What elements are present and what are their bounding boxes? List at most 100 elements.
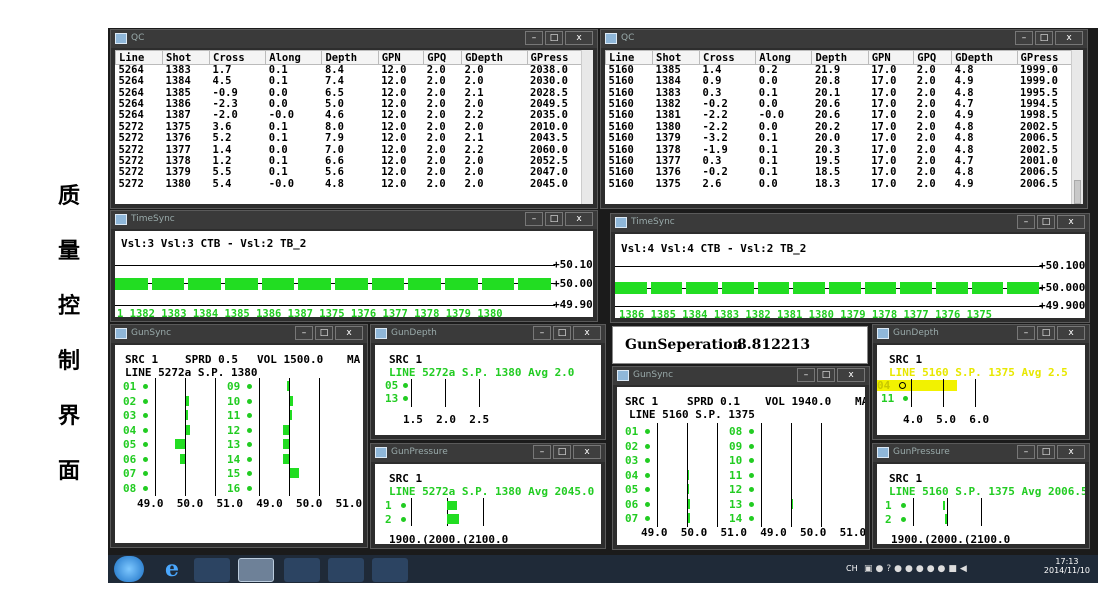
gun-label: 06 [123, 452, 137, 466]
disc-app-icon[interactable] [284, 558, 320, 582]
tray-icons[interactable]: ▣●?●●●●●■◀ [864, 564, 970, 574]
table-row[interactable]: 5272 1380 5.4 -0.0 4.8 12.0 2.0 2.0 2045.0 [116, 178, 593, 190]
minimize-button[interactable]: – [1017, 445, 1035, 459]
table-row[interactable]: 5160 1375 2.6 0.0 18.3 17.0 2.0 4.9 2006.5 [606, 178, 1083, 190]
title-bar[interactable]: TimeSync – □ x [111, 211, 597, 229]
column-header[interactable]: Line [605, 50, 654, 65]
maximize-button[interactable]: □ [545, 31, 563, 45]
column-header[interactable]: GDepth [951, 50, 1018, 65]
maximize-button[interactable]: □ [1035, 31, 1053, 45]
close-button[interactable]: x [573, 445, 601, 459]
shot-labels: 1 1382 1383 1384 1385 1386 1387 1375 137… [117, 308, 503, 317]
column-header[interactable]: Cross [209, 50, 267, 65]
table-cell: 4.9 [954, 109, 974, 122]
close-button[interactable]: x [1057, 215, 1085, 229]
maximize-button[interactable]: □ [553, 445, 571, 459]
vertical-scrollbar[interactable] [1071, 50, 1083, 204]
timesync-window-right[interactable]: TimeSync – □ x Vsl:4 Vsl:4 CTB - Vsl:2 TB_… [610, 213, 1090, 323]
language-indicator[interactable]: CH [846, 564, 858, 573]
column-header[interactable]: GPQ [913, 50, 953, 65]
clock-time: 17:13 [1055, 557, 1079, 566]
title-bar[interactable]: GunPressure – □ x [873, 444, 1089, 462]
close-button[interactable]: x [573, 326, 601, 340]
column-header[interactable]: GPN [377, 50, 425, 65]
table-cell: 5160 [608, 75, 634, 88]
table-row[interactable]: 5160 1376 -0.2 0.1 18.5 17.0 2.0 4.8 2006.5 [606, 167, 1083, 178]
close-button[interactable]: x [335, 326, 363, 340]
gunsync-window-right[interactable]: GunSync – □ x SRC 1 SPRD 0.1 VOL 1940.0 MA… [612, 366, 870, 550]
gunpressure-window-left[interactable]: GunPressure – □ x SRC 1 LINE 5272a S.P. 13… [370, 443, 606, 549]
table-row[interactable]: 5264 1387 -2.0 -0.0 4.6 12.0 2.0 2.2 2035.0 [116, 110, 593, 121]
clock[interactable]: 17:13 2014/11/10 [1044, 557, 1090, 575]
title-bar[interactable]: GunDepth – □ x [371, 325, 605, 343]
maximize-button[interactable]: □ [315, 326, 333, 340]
maximize-button[interactable]: □ [1037, 445, 1055, 459]
tool-app-icon[interactable] [372, 558, 408, 582]
minimize-button[interactable]: – [295, 326, 313, 340]
gunpressure-window-right[interactable]: GunPressure – □ x SRC 1 LINE 5160 S.P. 137… [872, 443, 1090, 549]
column-header[interactable]: Line [115, 50, 164, 65]
maximize-button[interactable]: □ [1037, 215, 1055, 229]
table-cell: 7.9 [324, 132, 344, 145]
maximize-button[interactable]: □ [817, 368, 835, 382]
title-bar[interactable]: GunSync – □ x [111, 325, 367, 343]
qc-window-left[interactable]: QC – □ x Line Shot Cross Along Depth GPN GPQ GDep… [110, 29, 598, 209]
title-bar[interactable]: TimeSync – □ x [611, 214, 1089, 232]
column-header[interactable]: Cross [699, 50, 757, 65]
display-app-icon[interactable] [328, 558, 364, 582]
table-row[interactable]: 5264 1384 4.5 0.1 7.4 12.0 2.0 2.0 2030.0 [116, 75, 593, 87]
minimize-button[interactable]: – [1017, 215, 1035, 229]
maximize-button[interactable]: □ [553, 326, 571, 340]
network-app-icon[interactable] [194, 558, 230, 582]
minimize-button[interactable]: – [1017, 326, 1035, 340]
qc-window-right[interactable]: QC – □ x Line Shot Cross Along Depth GPN GPQ GDep… [600, 29, 1088, 209]
table-row[interactable]: 5160 1379 -3.2 0.1 20.0 17.0 2.0 4.8 2006.5 [606, 132, 1083, 144]
close-button[interactable]: x [565, 212, 593, 226]
gun-label: 14 [227, 452, 241, 466]
timesync-window-left[interactable]: TimeSync – □ x Vsl:3 Vsl:3 CTB - Vsl:2 TB_… [110, 210, 598, 322]
ie-icon[interactable]: e [154, 558, 190, 582]
gundepth-window-right[interactable]: GunDepth – □ x SRC 1 LINE 5160 S.P. 1375 A… [872, 324, 1090, 440]
maximize-button[interactable]: □ [545, 212, 563, 226]
title-bar[interactable]: GunSync – □ x [613, 367, 869, 385]
title-bar[interactable]: QC – □ x [111, 30, 597, 48]
table-row[interactable]: 5160 1384 0.9 0.0 20.8 17.0 2.0 4.9 1999.0 [606, 75, 1083, 88]
start-orb-icon[interactable] [114, 556, 144, 582]
column-header[interactable]: Depth [321, 50, 379, 65]
column-header[interactable]: GPN [867, 50, 915, 65]
scrollbar-thumb[interactable] [1074, 180, 1081, 204]
minimize-button[interactable]: – [1015, 31, 1033, 45]
close-button[interactable]: x [1055, 31, 1083, 45]
table-row[interactable]: 5272 1376 5.2 0.1 7.9 12.0 2.0 2.1 2043.5 [116, 132, 593, 145]
column-header[interactable]: GDepth [461, 50, 528, 65]
close-button[interactable]: x [1057, 326, 1085, 340]
line-avg-label: LINE 5160 S.P. 1375 Avg 2.5 [889, 366, 1068, 379]
close-button[interactable]: x [1057, 445, 1085, 459]
gun-label: 2 [885, 513, 892, 526]
column-header[interactable]: Depth [811, 50, 869, 65]
table-row[interactable]: 5160 1381 -2.2 -0.0 20.6 17.0 2.0 4.9 1998.5 [606, 110, 1083, 121]
minimize-button[interactable]: – [525, 31, 543, 45]
column-header[interactable]: GPQ [423, 50, 463, 65]
console-app-icon[interactable] [238, 558, 274, 582]
table-cell: 4.9 [954, 75, 974, 88]
minimize-button[interactable]: – [533, 445, 551, 459]
maximize-button[interactable]: □ [1037, 326, 1055, 340]
close-button[interactable]: x [565, 31, 593, 45]
minimize-button[interactable]: – [533, 326, 551, 340]
gundepth-window-left[interactable]: GunDepth – □ x SRC 1 LINE 5272a S.P. 1380 … [370, 324, 606, 440]
column-header[interactable]: Along [755, 50, 813, 65]
column-header[interactable]: Shot [652, 50, 701, 65]
vertical-scrollbar[interactable] [581, 50, 593, 204]
title-bar[interactable]: QC – □ x [601, 30, 1087, 48]
title-bar[interactable]: GunPressure – □ x [371, 444, 605, 462]
column-header[interactable]: Shot [162, 50, 211, 65]
table-row[interactable]: 5272 1379 5.5 0.1 5.6 12.0 2.0 2.0 2047.0 [116, 167, 593, 178]
minimize-button[interactable]: – [525, 212, 543, 226]
column-header[interactable]: Along [265, 50, 323, 65]
close-button[interactable]: x [837, 368, 865, 382]
spread-label: SPRD 0.1 [687, 395, 740, 408]
gunsync-window-left[interactable]: GunSync – □ x SRC 1 SPRD 0.5 VOL 1500.0 MA… [110, 324, 368, 548]
minimize-button[interactable]: – [797, 368, 815, 382]
title-bar[interactable]: GunDepth – □ x [873, 325, 1089, 343]
